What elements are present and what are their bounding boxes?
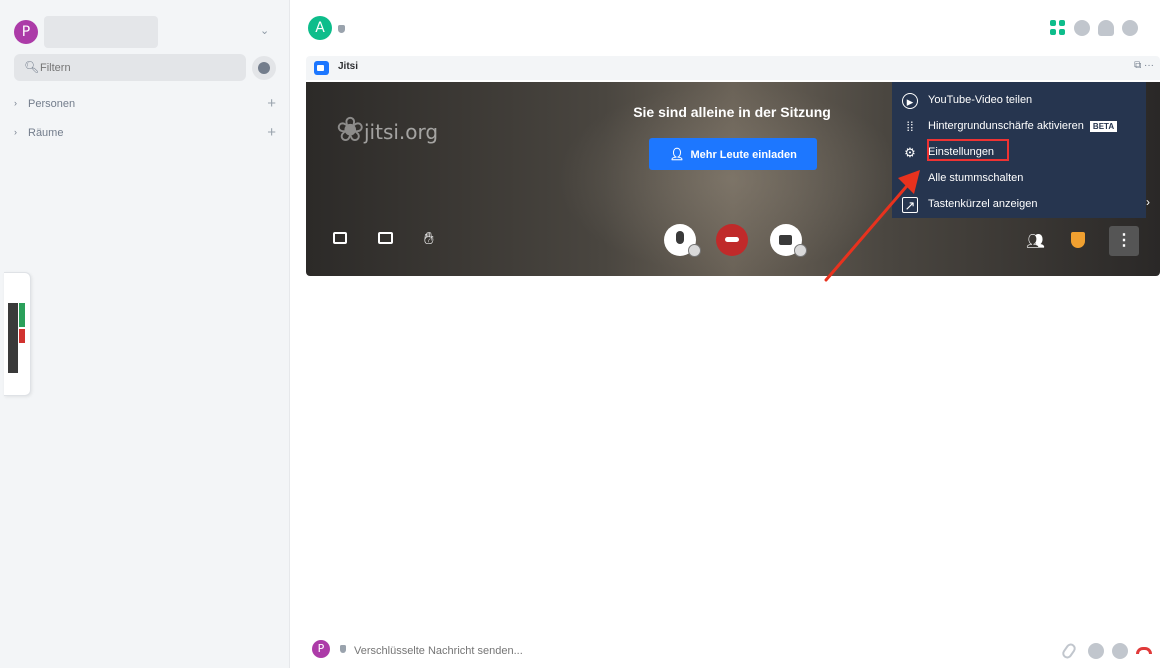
sidebar: P ⌄ 🔍︎ › Personen + › Räume + <box>0 0 290 668</box>
menu-item-mute-all[interactable]: Alle stummschalten <box>902 168 1142 190</box>
settings-highlight-box <box>927 139 1009 161</box>
user-avatar[interactable]: P <box>14 20 38 44</box>
raise-hand-icon[interactable]: ✋︎ <box>424 229 434 249</box>
section-raeume-label: Räume <box>28 127 64 139</box>
beta-badge: BETA <box>1089 121 1118 132</box>
chevron-down-icon[interactable]: ⌄ <box>260 24 269 37</box>
menu-item-youtube[interactable]: ▸ YouTube-Video teilen <box>902 90 1142 112</box>
menu-item-shortcuts[interactable]: ↗ Tastenkürzel anzeigen <box>902 194 1142 216</box>
participants-icon[interactable]: 👥︎ <box>1026 232 1045 250</box>
menu-item-label: Alle stummschalten <box>928 172 1024 184</box>
user-name-redacted <box>44 16 158 48</box>
search-icon: 🔍︎ <box>24 60 40 74</box>
encryption-shield-icon <box>340 645 346 653</box>
chevron-right-icon[interactable]: › <box>14 127 17 137</box>
camera-options-chevron-icon[interactable] <box>794 244 807 257</box>
explore-rooms-button[interactable] <box>252 56 276 80</box>
gear-icon: ⚙ <box>904 145 916 160</box>
filter-input[interactable] <box>40 58 240 77</box>
app-root: P ⌄ 🔍︎ › Personen + › Räume + A <box>0 0 1166 668</box>
widget-actions[interactable]: ⧉ ··· <box>1134 60 1154 71</box>
search-icon[interactable] <box>1074 20 1090 36</box>
side-widget-tab[interactable] <box>4 272 31 396</box>
bell-icon[interactable] <box>1098 20 1114 36</box>
screen-share-icon[interactable] <box>378 232 393 244</box>
menu-item-label: Tastenkürzel anzeigen <box>928 198 1038 210</box>
jitsi-logo-text: jitsi.org <box>364 120 439 144</box>
add-person-icon: 👤︎ <box>669 147 685 161</box>
composer-avatar: P <box>312 640 330 658</box>
menu-item-blur[interactable]: ⁞⁞ Hintergrundunschärfe aktivieren BETA <box>902 116 1142 138</box>
security-shield-icon[interactable] <box>1071 232 1085 248</box>
room-avatar[interactable]: A <box>308 16 332 40</box>
add-person-icon[interactable]: + <box>267 95 276 112</box>
blur-icon: ⁞⁞ <box>906 119 914 134</box>
menu-item-label: YouTube-Video teilen <box>928 94 1033 106</box>
chevron-right-icon: › <box>1146 195 1150 209</box>
alone-message: Sie sind alleine in der Sitzung <box>633 104 831 120</box>
chevron-right-icon[interactable]: › <box>14 98 17 108</box>
invite-button[interactable]: 👤︎ Mehr Leute einladen <box>649 138 817 170</box>
chat-icon[interactable] <box>333 232 347 244</box>
section-personen-label: Personen <box>28 98 76 110</box>
invite-button-label: Mehr Leute einladen <box>690 149 797 161</box>
menu-item-label: Hintergrundunschärfe aktivieren BETA <box>928 120 1118 132</box>
widget-title: Jitsi <box>338 61 359 72</box>
room-header: A <box>300 14 1160 44</box>
widget-bar: Jitsi ⧉ ··· <box>306 56 1160 80</box>
jitsi-logo-icon: ❀ <box>336 110 365 150</box>
side-widget-logo-red <box>19 329 25 343</box>
side-widget-logo-green <box>19 303 25 327</box>
message-composer: P <box>300 636 1166 668</box>
sticker-icon[interactable] <box>1112 643 1128 659</box>
side-widget-logo <box>8 303 18 373</box>
jitsi-logo: ❀ jitsi.org <box>336 110 456 160</box>
more-actions-button[interactable]: ⋮ <box>1109 226 1139 256</box>
hangup-button[interactable] <box>716 224 748 256</box>
paperclip-icon[interactable] <box>1060 641 1078 661</box>
encryption-shield-icon <box>338 25 345 33</box>
filter-box[interactable]: 🔍︎ <box>14 54 246 81</box>
apps-grid-icon[interactable] <box>1050 20 1066 36</box>
jitsi-video: ❀ jitsi.org Sie sind alleine in der Sitz… <box>306 82 1160 276</box>
section-personen[interactable]: › Personen + <box>14 95 280 114</box>
emoji-icon[interactable] <box>1088 643 1104 659</box>
message-input[interactable] <box>354 642 854 660</box>
section-raeume[interactable]: › Räume + <box>14 124 280 143</box>
play-circle-icon: ▸ <box>902 93 918 109</box>
sidebar-header[interactable]: P ⌄ <box>12 16 280 48</box>
external-square-icon: ↗ <box>902 197 918 213</box>
info-icon[interactable] <box>1122 20 1138 36</box>
hangup-icon[interactable] <box>1136 647 1152 654</box>
add-room-icon[interactable]: + <box>267 124 276 141</box>
mic-options-chevron-icon[interactable] <box>688 244 701 257</box>
jitsi-video-icon <box>314 61 329 75</box>
